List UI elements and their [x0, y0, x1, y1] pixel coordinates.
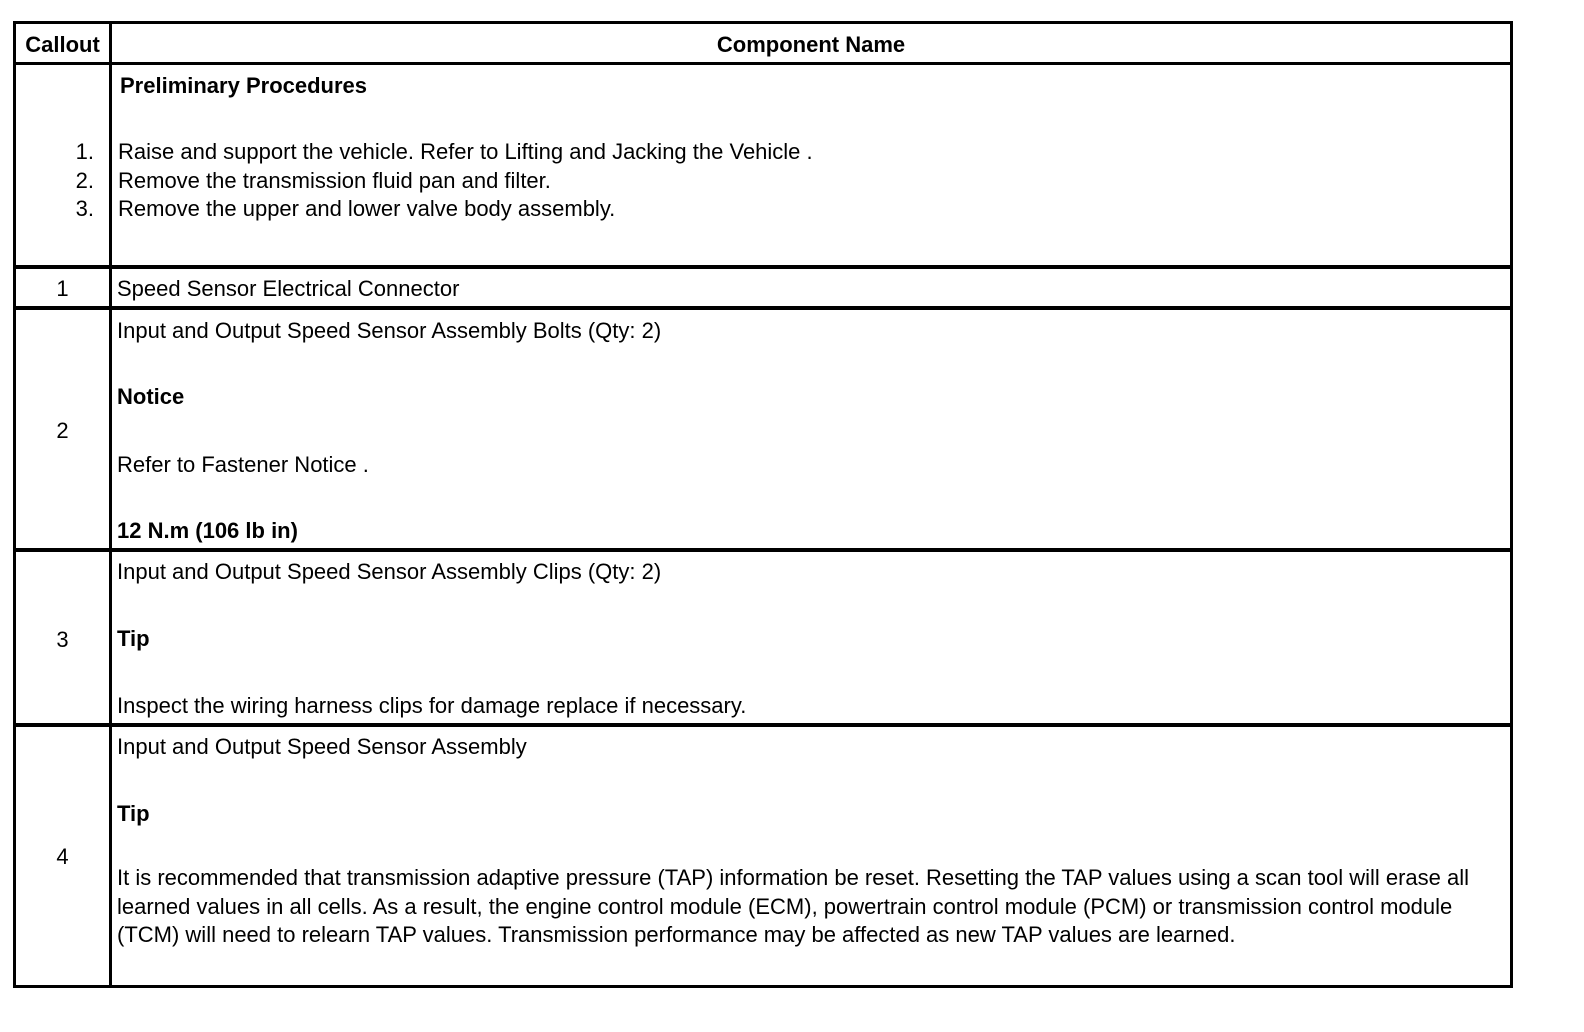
header-component-name: Component Name	[716, 32, 906, 57]
callout-number: 1	[56, 276, 69, 301]
component-name: Input and Output Speed Sensor Assembly B…	[117, 318, 662, 343]
preliminary-steps: 1. Raise and support the vehicle. Refer t…	[61, 138, 813, 224]
row-divider	[16, 548, 1510, 552]
notice-text: Refer to Fastener Notice .	[117, 452, 369, 477]
header-callout: Callout	[25, 32, 100, 57]
row-divider	[16, 723, 1510, 727]
callout-number: 3	[56, 627, 69, 652]
procedure-table: Callout Component Name Preliminary Proce…	[13, 21, 1513, 988]
tip-label: Tip	[117, 626, 150, 651]
component-name: Input and Output Speed Sensor Assembly	[117, 734, 527, 759]
tip-label: Tip	[117, 801, 150, 826]
step-item: 1. Raise and support the vehicle. Refer t…	[75, 139, 813, 164]
tip-text: Inspect the wiring harness clips for dam…	[117, 693, 747, 718]
torque-spec: 12 N.m (106 lb in)	[117, 518, 298, 543]
callout-number: 4	[56, 844, 69, 869]
tip-text: It is recommended that transmission adap…	[117, 865, 1470, 947]
callout-number: 2	[56, 418, 69, 443]
notice-label: Notice	[117, 384, 185, 409]
component-name: Input and Output Speed Sensor Assembly C…	[117, 559, 662, 584]
step-item: 2. Remove the transmission fluid pan and …	[75, 167, 551, 193]
step-item: 3. Remove the upper and lower valve body …	[75, 196, 616, 221]
row-divider	[16, 265, 1510, 269]
row-divider	[16, 62, 1510, 65]
preliminary-title: Preliminary Procedures	[120, 73, 368, 98]
component-name: Speed Sensor Electrical Connector	[117, 276, 460, 301]
row-divider	[16, 306, 1510, 310]
